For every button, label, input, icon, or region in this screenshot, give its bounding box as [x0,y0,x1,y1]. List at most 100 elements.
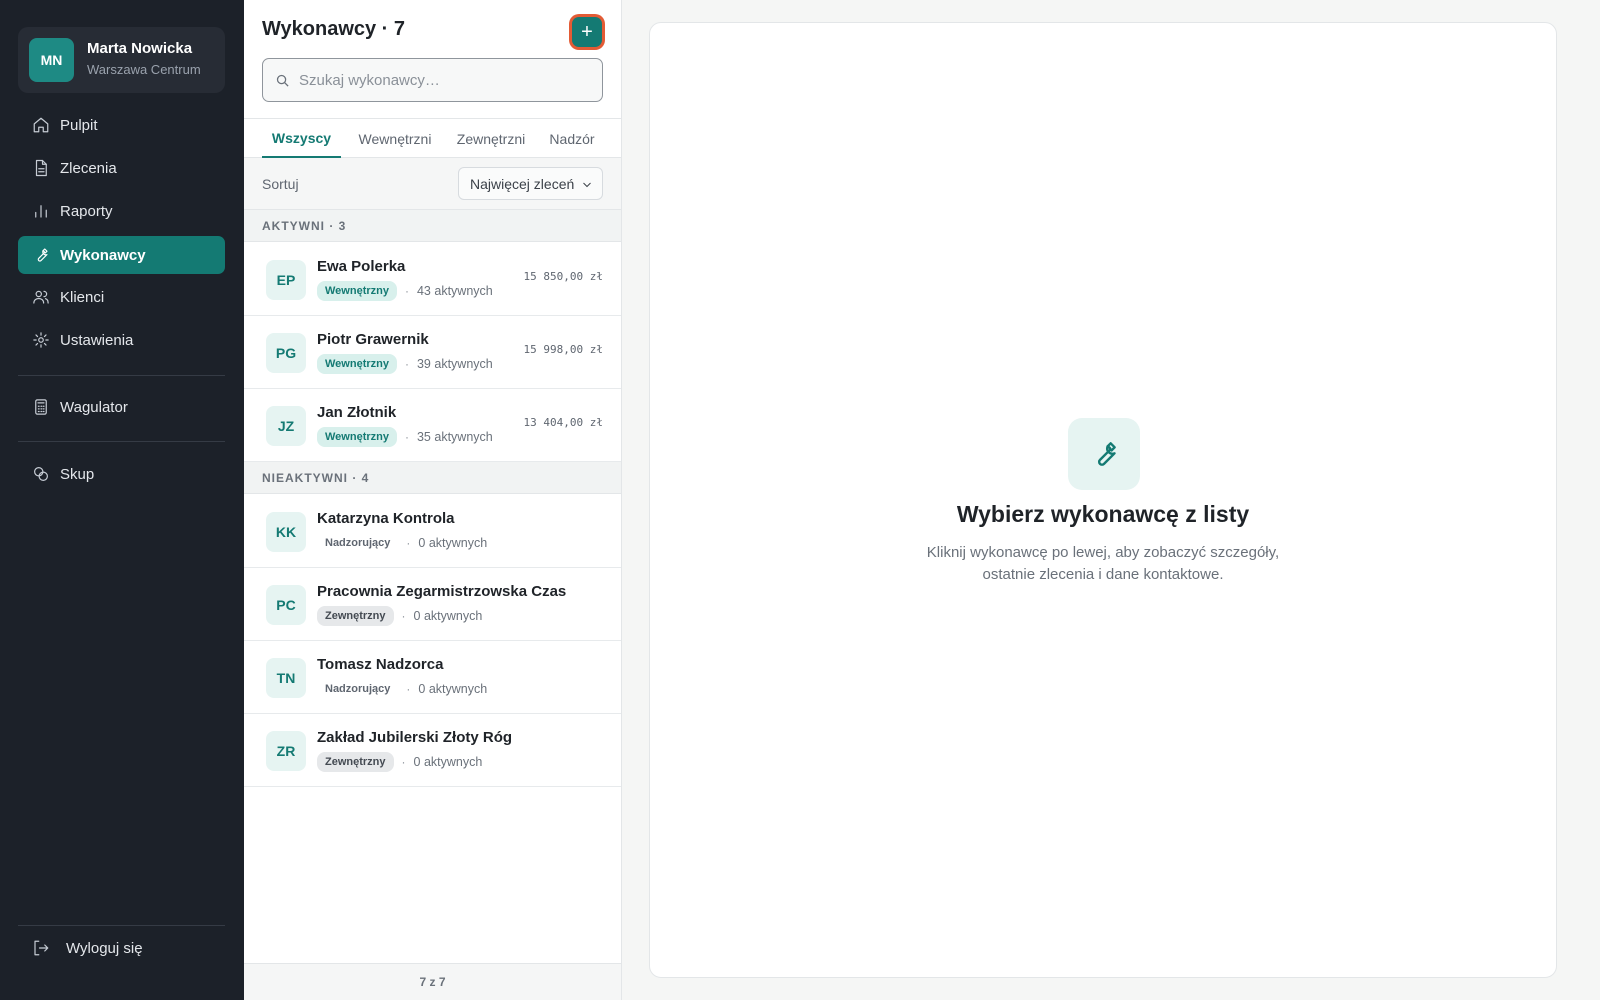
type-badge: Wewnętrzny [317,281,397,301]
sidebar-item-label: Raporty [60,202,113,220]
contractor-meta: Wewnętrzny · 43 aktywnych [317,281,493,301]
amount: 15 850,00 zł [523,270,603,283]
tab-wewnetrzni[interactable]: Wewnętrzni [347,119,443,158]
separator: · [401,755,406,769]
contractor-meta: Wewnętrzny · 39 aktywnych [317,354,493,374]
contractor-meta: Wewnętrzny · 35 aktywnych [317,427,493,447]
sort-value: Najwięcej zleceń [470,175,575,192]
contractor-name: Zakład Jubilerski Złoty Róg [317,729,513,746]
type-badge: Nadzorujący [325,537,391,549]
home-icon [32,116,50,134]
sidebar-item-pulpit[interactable]: Pulpit [18,106,225,144]
list-item[interactable]: JZ Jan Złotnik Wewnętrzny · 35 aktywnych… [244,389,621,462]
tab-wszyscy[interactable]: Wszyscy [262,119,341,158]
avatar: KK [266,512,306,552]
calculator-icon [32,398,50,416]
sidebar: MN Marta Nowicka Warszawa Centrum Pulpit… [0,0,244,1000]
type-badge: Zewnętrzny [317,606,394,626]
contractor-name: Piotr Grawernik [317,331,429,348]
list-item[interactable]: TN Tomasz Nadzorca Nadzorujący · 0 aktyw… [244,641,621,714]
separator: · [401,609,406,623]
divider [18,925,225,926]
gear-icon [32,331,50,349]
tab-nadzor[interactable]: Nadzór [540,119,604,158]
page-title: Wykonawcy · 7 [262,18,406,40]
avatar: TN [266,658,306,698]
divider [18,375,225,376]
active-count: 39 aktywnych [416,357,493,371]
logout-label: Wyloguj się [66,939,143,957]
sidebar-item-zlecenia[interactable]: Zlecenia [18,149,225,187]
avatar: JZ [266,406,306,446]
document-icon [32,159,50,177]
active-count: 35 aktywnych [416,430,493,444]
avatar: PG [266,333,306,373]
list-footer-count: 7 z 7 [244,963,621,1000]
empty-state-title: Wybierz wykonawcę z listy [956,501,1250,527]
active-count: 0 aktywnych [413,755,483,769]
detail-panel: Wybierz wykonawcę z listy Kliknij wykona… [649,22,1557,978]
separator: · [406,682,411,696]
divider [18,441,225,442]
separator: · [404,357,409,371]
active-count: 0 aktywnych [418,682,488,696]
list-item[interactable]: PG Piotr Grawernik Wewnętrzny · 39 aktyw… [244,316,621,389]
type-badge: Nadzorujący [325,683,391,695]
list-item[interactable]: ZR Zakład Jubilerski Złoty Róg Zewnętrzn… [244,714,621,787]
avatar: MN [29,38,74,82]
contractor-name: Ewa Polerka [317,258,406,275]
contractor-name: Tomasz Nadzorca [317,656,444,673]
sidebar-item-klienci[interactable]: Klienci [18,278,225,316]
sort-select[interactable]: Najwięcej zleceń [458,167,603,200]
sidebar-item-label: Wagulator [60,398,128,416]
logout-icon [32,939,50,957]
tab-zewnetrzni[interactable]: Zewnętrzni [448,119,534,158]
contractor-meta: Nadzorujący · 0 aktywnych [317,679,487,699]
sidebar-item-ustawienia[interactable]: Ustawienia [18,321,225,359]
sidebar-item-label: Wykonawcy [60,246,146,264]
contractor-list-panel: Wykonawcy · 7 + Wszyscy Wewnętrzni Zewnę… [244,0,622,1000]
users-icon [32,288,50,306]
search-input[interactable] [299,71,589,89]
separator: · [404,284,409,298]
search-icon [275,73,290,88]
group-header-active: AKTYWNI · 3 [244,210,621,242]
amount: 15 998,00 zł [523,343,603,356]
sidebar-item-skup[interactable]: Skup [18,455,225,493]
list-item[interactable]: EP Ewa Polerka Wewnętrzny · 43 aktywnych… [244,243,621,316]
logout-button[interactable]: Wyloguj się [18,929,225,967]
list-item[interactable]: PC Pracownia Zegarmistrzowska Czas Zewnę… [244,568,621,641]
separator: · [404,430,409,444]
type-badge: Zewnętrzny [317,752,394,772]
contractor-name: Pracownia Zegarmistrzowska Czas [317,583,567,600]
user-card[interactable]: MN Marta Nowicka Warszawa Centrum [18,27,225,93]
user-name: Marta Nowicka [87,40,193,57]
search-box [262,58,603,102]
type-badge: Wewnętrzny [317,354,397,374]
filter-tabs: Wszyscy Wewnętrzni Zewnętrzni Nadzór [244,118,621,158]
active-count: 0 aktywnych [418,536,488,550]
wrench-icon [32,246,50,264]
avatar: ZR [266,731,306,771]
coins-icon [32,465,50,483]
sidebar-item-wykonawcy[interactable]: Wykonawcy [18,236,225,274]
sidebar-item-label: Zlecenia [60,159,117,177]
sidebar-item-label: Klienci [60,288,105,306]
sidebar-item-label: Ustawienia [60,331,134,349]
contractor-meta: Zewnętrzny · 0 aktywnych [317,606,482,626]
group-header-inactive: NIEAKTYWNI · 4 [244,462,621,494]
list-item[interactable]: KK Katarzyna Kontrola Nadzorujący · 0 ak… [244,495,621,568]
contractor-meta: Nadzorujący · 0 aktywnych [317,533,487,553]
sort-label: Sortuj [262,176,299,192]
separator: · [406,536,411,550]
contractor-name: Jan Złotnik [317,404,397,421]
sidebar-item-raporty[interactable]: Raporty [18,192,225,230]
sidebar-item-wagulator[interactable]: Wagulator [18,388,225,426]
add-contractor-button[interactable]: + [572,17,602,47]
sidebar-item-label: Skup [60,465,95,483]
active-count: 0 aktywnych [413,609,483,623]
sidebar-item-label: Pulpit [60,116,98,134]
user-location: Warszawa Centrum [87,62,201,77]
avatar: PC [266,585,306,625]
amount: 13 404,00 zł [523,416,603,429]
